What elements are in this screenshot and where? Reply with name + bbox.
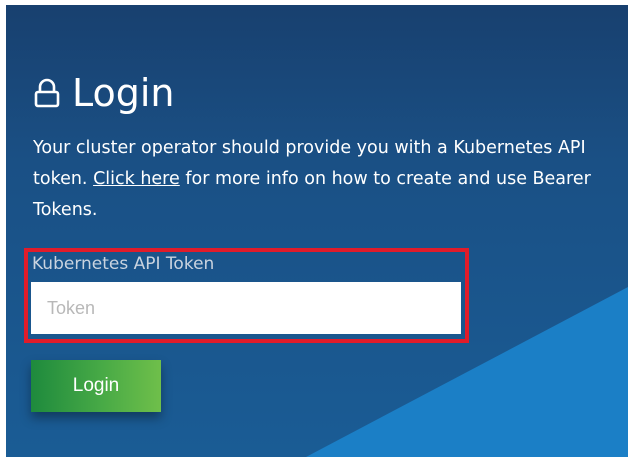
click-here-link[interactable]: Click here bbox=[93, 169, 180, 189]
lock-icon bbox=[34, 78, 60, 108]
login-button[interactable]: Login bbox=[31, 360, 161, 412]
title-row: Login bbox=[34, 63, 175, 123]
login-description: Your cluster operator should provide you… bbox=[33, 133, 593, 226]
token-field-label: Kubernetes API Token bbox=[32, 254, 215, 274]
token-input[interactable] bbox=[31, 282, 461, 334]
page-title: Login bbox=[72, 71, 175, 115]
login-panel: Login Your cluster operator should provi… bbox=[6, 5, 628, 457]
